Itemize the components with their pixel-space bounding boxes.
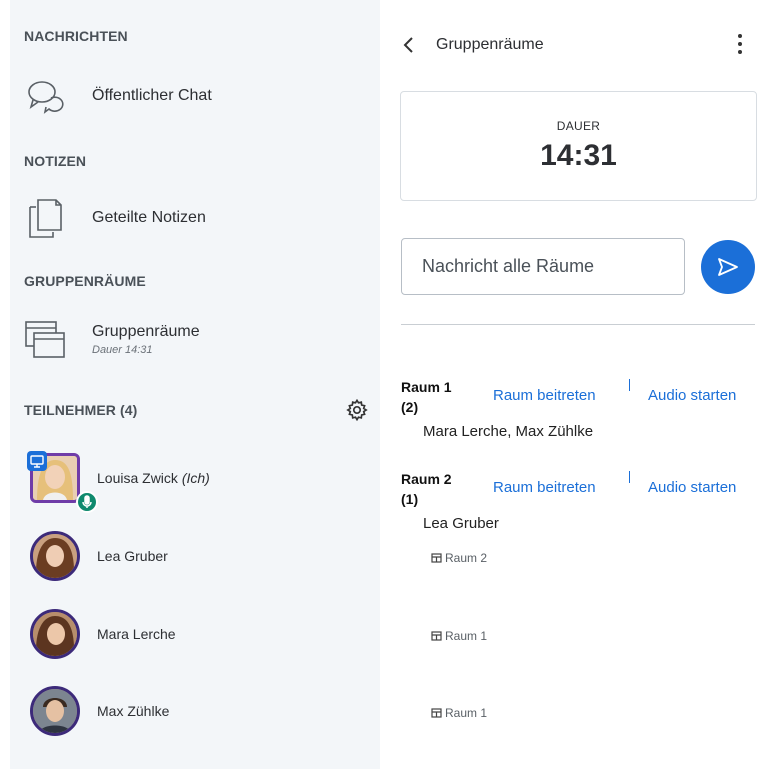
room-name: Raum 1 (2) (401, 379, 452, 415)
separator (629, 471, 630, 483)
avatar (30, 531, 80, 581)
participant-name: Mara Lerche (97, 626, 176, 642)
room-icon (431, 631, 442, 641)
duration-value: 14:31 (540, 139, 617, 172)
participant-louisa-zwick[interactable]: Louisa Zwick (Ich) (30, 453, 210, 503)
section-title-breakouts: GRUPPENRÄUME (24, 273, 146, 289)
back-chevron-icon[interactable] (402, 30, 424, 60)
participant-lea-gruber[interactable]: Lea Gruber Raum 2 (30, 531, 487, 581)
room-members: Mara Lerche, Max Zühlke (423, 423, 594, 440)
participant-name: Max Zühlke (97, 703, 170, 719)
duration-card: DAUER 14:31 (400, 91, 757, 201)
room-2: Raum 2 (1) Raum beitreten Audio starten … (401, 469, 761, 539)
section-title-participants: TEILNEHMER (4) (24, 402, 138, 418)
send-button[interactable] (701, 240, 755, 294)
duration-label: DAUER (556, 119, 601, 133)
section-title-messages: NACHRICHTEN (24, 28, 128, 44)
send-icon (718, 258, 738, 276)
sidebar-item-breakout-rooms[interactable]: Gruppenräume Dauer 14:31 (24, 318, 200, 360)
avatar (30, 686, 80, 736)
room-icon (431, 708, 442, 718)
participant-room: Raum 1 (445, 629, 488, 643)
panel-title: Gruppenräume (436, 36, 544, 53)
participant-name: Louisa Zwick (97, 470, 178, 486)
start-audio-button[interactable]: Audio starten (648, 479, 736, 496)
sidebar-item-label: Gruppenräume (92, 322, 200, 340)
sidebar-item-public-chat[interactable]: Öffentlicher Chat (24, 75, 212, 117)
room-1: Raum 1 (2) Raum beitreten Audio starten … (401, 377, 761, 447)
join-room-button[interactable]: Raum beitreten (493, 479, 596, 496)
chat-icon (24, 75, 66, 117)
participant-room: Raum 1 (445, 706, 488, 720)
room-name: Raum 2 (1) (401, 471, 452, 507)
breakout-duration: Dauer 14:31 (92, 343, 153, 356)
you-label: (Ich) (181, 470, 210, 486)
sidebar-item-shared-notes[interactable]: Geteilte Notizen (24, 197, 206, 239)
room-icon (431, 553, 442, 563)
participant-mara-lerche[interactable]: Mara Lerche Raum 1 (30, 609, 487, 659)
sidebar-item-label: Öffentlicher Chat (92, 87, 212, 104)
join-room-button[interactable]: Raum beitreten (493, 387, 596, 404)
participant-max-zuehlke[interactable]: Max Zühlke Raum 1 (30, 686, 487, 736)
participant-room: Raum 2 (445, 551, 488, 565)
section-title-notes: NOTIZEN (24, 153, 87, 169)
sidebar-item-label: Geteilte Notizen (92, 209, 206, 226)
separator (629, 379, 630, 391)
breakout-rooms-icon (24, 318, 66, 360)
gear-icon[interactable] (346, 398, 368, 422)
presenter-icon (27, 451, 47, 471)
avatar (30, 609, 80, 659)
room-members: Lea Gruber (423, 515, 499, 532)
panel-header: Gruppenräume (402, 30, 754, 60)
microphone-icon (76, 491, 98, 513)
start-audio-button[interactable]: Audio starten (648, 387, 736, 404)
more-options-icon[interactable] (736, 34, 744, 58)
message-all-rooms-input[interactable] (401, 238, 685, 295)
participant-name: Lea Gruber (97, 548, 168, 564)
divider (401, 324, 755, 325)
sidebar: NACHRICHTEN Öffentlicher Chat NOTIZEN Ge… (10, 0, 487, 769)
document-icon (24, 197, 66, 239)
